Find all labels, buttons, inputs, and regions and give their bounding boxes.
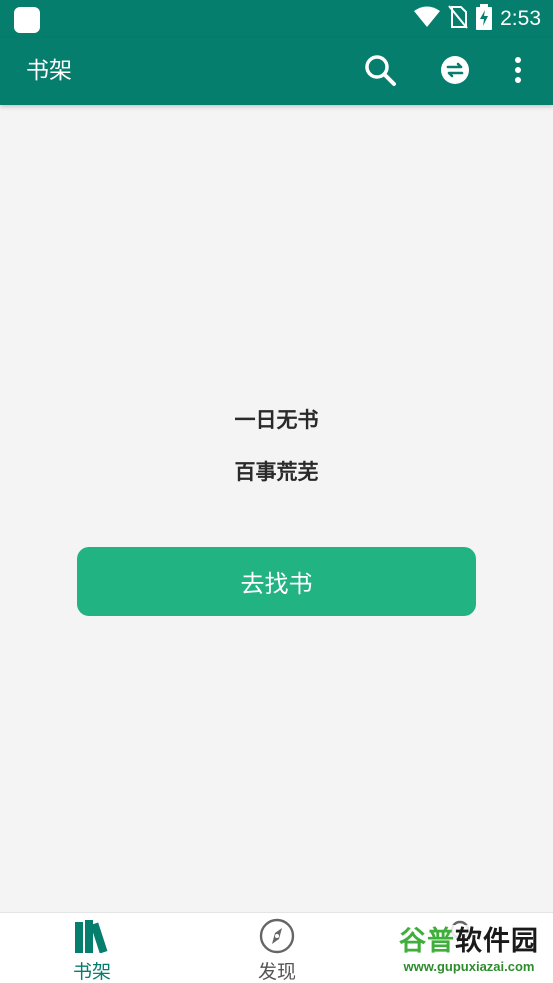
screen: 2:53 书架 一日无书 百事荒芜 去找书 书架 发现 谷普软件园 www.gu… bbox=[0, 0, 553, 983]
empty-message-line1: 一日无书 bbox=[234, 408, 319, 432]
status-time: 2:53 bbox=[500, 7, 541, 30]
status-right: 2:53 bbox=[414, 4, 541, 34]
bookshelf-icon bbox=[72, 917, 112, 955]
compass-icon bbox=[257, 917, 297, 955]
no-sim-icon bbox=[448, 5, 468, 33]
wifi-icon bbox=[414, 6, 441, 32]
nav-item-discover[interactable]: 发现 bbox=[217, 913, 337, 983]
nav-item-bookshelf[interactable]: 书架 bbox=[32, 913, 152, 983]
find-books-button[interactable]: 去找书 bbox=[77, 547, 476, 616]
status-bar: 2:53 bbox=[0, 0, 553, 38]
search-button[interactable] bbox=[362, 54, 398, 90]
watermark-logo-a: 谷普 bbox=[399, 926, 455, 957]
convert-icon bbox=[440, 55, 470, 89]
watermark-url: www.gupuxiazai.com bbox=[403, 959, 535, 974]
more-options-button[interactable] bbox=[500, 54, 536, 90]
empty-message-line2: 百事荒芜 bbox=[234, 460, 319, 484]
convert-button[interactable] bbox=[437, 54, 473, 90]
page-title: 书架 bbox=[26, 58, 72, 84]
watermark-logo-b: 软件园 bbox=[455, 926, 539, 957]
nav-label-discover: 发现 bbox=[257, 961, 296, 983]
watermark: 谷普软件园 www.gupuxiazai.com bbox=[387, 925, 551, 981]
app-bar: 书架 bbox=[0, 38, 553, 105]
battery-charging-icon bbox=[476, 4, 493, 34]
watermark-logo: 谷普软件园 bbox=[387, 925, 551, 959]
more-vert-icon bbox=[514, 56, 522, 88]
app-icon bbox=[14, 7, 40, 33]
nav-label-bookshelf: 书架 bbox=[72, 961, 111, 983]
search-icon bbox=[363, 53, 397, 91]
